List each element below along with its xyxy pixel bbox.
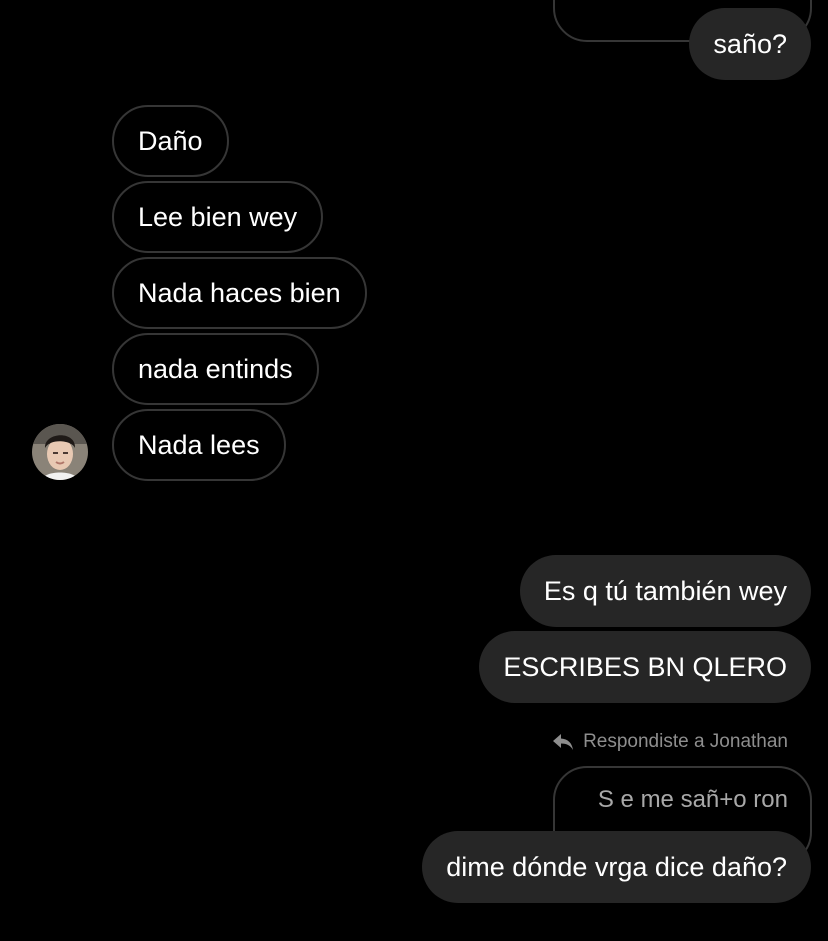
message-text: Lee bien wey [138,201,298,232]
message-text: ESCRIBES BN QLERO [503,651,787,682]
outgoing-message[interactable]: ESCRIBES BN QLERO [479,631,811,703]
message-text: Es q tú también wey [543,575,787,606]
incoming-message[interactable]: Nada haces bien [112,257,367,329]
message-text: saño? [713,28,787,59]
outgoing-message[interactable]: Es q tú también wey [519,555,811,627]
message-text: dime dónde vrga dice daño? [446,851,787,882]
incoming-message[interactable]: Nada lees [112,409,286,481]
outgoing-message[interactable]: saño? [689,8,811,80]
contact-avatar[interactable] [32,424,88,480]
reply-label-text: Respondiste a Jonathan [583,731,788,752]
reply-arrow-icon [553,734,574,750]
incoming-message[interactable]: nada entinds [112,333,319,405]
message-text: Nada haces bien [138,277,341,308]
message-text: Nada lees [138,429,260,460]
avatar-image [32,424,88,480]
message-text: nada entinds [138,353,293,384]
quoted-message-text: S e me sañ+o ron [597,786,788,813]
reply-context-label: Respondiste a Jonathan [551,730,788,754]
outgoing-message[interactable]: dime dónde vrga dice daño? [422,831,811,903]
incoming-message[interactable]: Lee bien wey [112,181,324,253]
incoming-message[interactable]: Daño [112,105,229,177]
message-text: Daño [138,125,203,156]
